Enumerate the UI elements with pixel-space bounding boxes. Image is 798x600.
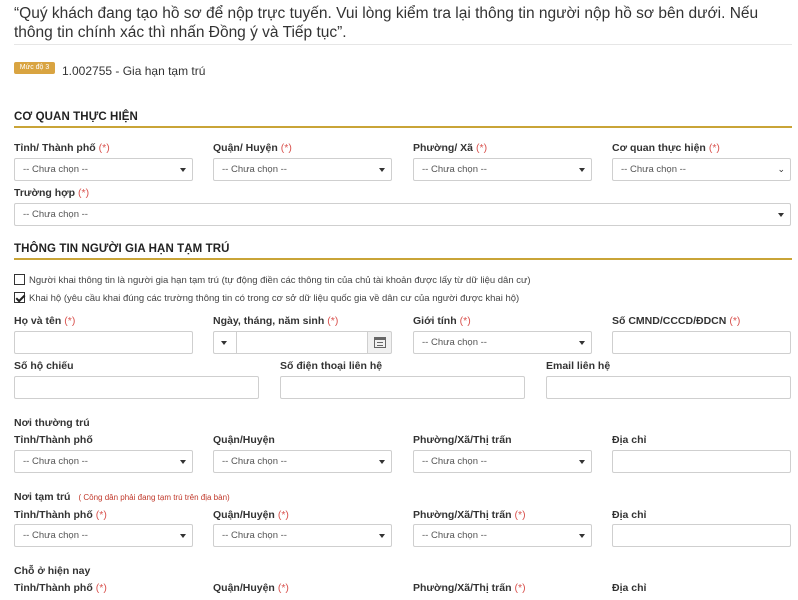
case-select[interactable]: -- Chưa chọn -- xyxy=(14,203,791,226)
permanent-address-input[interactable] xyxy=(612,450,791,473)
id-number-input[interactable] xyxy=(612,331,791,354)
permanent-ward-select[interactable]: -- Chưa chọn -- xyxy=(413,450,592,473)
chevron-down-icon: ⌄ xyxy=(777,164,785,174)
section-title-person: THÔNG TIN NGƯỜI GIA HẠN TẠM TRÚ xyxy=(14,243,230,255)
caret-down-icon xyxy=(379,534,385,538)
current-address-label: Địa chỉ xyxy=(612,582,647,594)
passport-label: Số hộ chiếu xyxy=(14,360,74,372)
fullname-label: Họ và tên (*) xyxy=(14,315,76,327)
permanent-province-select[interactable]: -- Chưa chọn -- xyxy=(14,450,193,473)
caret-down-icon xyxy=(221,341,227,345)
current-district-label: Quận/Huyện (*) xyxy=(213,582,289,594)
permanent-district-select[interactable]: -- Chưa chọn -- xyxy=(213,450,392,473)
temporary-district-label: Quận/Huyện (*) xyxy=(213,509,289,521)
phone-label: Số điện thoại liên hệ xyxy=(280,360,383,372)
permanent-ward-label: Phường/Xã/Thị trấn xyxy=(413,434,512,446)
fullname-input[interactable] xyxy=(14,331,193,354)
proxy-declare-checkbox-row[interactable]: Khai hộ (yêu cầu khai đúng các trường th… xyxy=(14,292,519,304)
temporary-ward-select[interactable]: -- Chưa chọn -- xyxy=(413,524,592,547)
caret-down-icon xyxy=(579,460,585,464)
caret-down-icon xyxy=(778,213,784,217)
divider xyxy=(14,44,792,45)
ward-select[interactable]: -- Chưa chọn -- xyxy=(413,158,592,181)
id-number-label: Số CMND/CCCD/ĐDCN (*) xyxy=(612,315,741,327)
phone-input[interactable] xyxy=(280,376,525,399)
dob-label: Ngày, tháng, năm sinh (*) xyxy=(213,315,339,327)
temporary-ward-label: Phường/Xã/Thị trấn (*) xyxy=(413,509,526,521)
temporary-note: ( Công dân phải đang tạm trú trên địa bà… xyxy=(78,493,230,502)
caret-down-icon xyxy=(180,534,186,538)
notice-text: “Quý khách đang tạo hồ sơ để nộp trực tu… xyxy=(14,5,759,41)
caret-down-icon xyxy=(579,534,585,538)
current-province-label: Tỉnh/Thành phố (*) xyxy=(14,582,107,594)
proxy-declare-checkbox[interactable] xyxy=(14,292,25,303)
section-divider xyxy=(14,126,792,128)
current-ward-label: Phường/Xã/Thị trấn (*) xyxy=(413,582,526,594)
gender-select[interactable]: -- Chưa chọn -- xyxy=(413,331,592,354)
dob-dropdown-button[interactable] xyxy=(213,331,236,354)
temporary-district-select[interactable]: -- Chưa chọn -- xyxy=(213,524,392,547)
temporary-address-label: Địa chỉ xyxy=(612,509,647,521)
office-label: Cơ quan thực hiện (*) xyxy=(612,142,720,154)
dob-calendar-button[interactable] xyxy=(367,331,392,354)
gender-label: Giới tính (*) xyxy=(413,315,471,327)
temporary-address-input[interactable] xyxy=(612,524,791,547)
self-declare-checkbox[interactable] xyxy=(14,274,25,285)
caret-down-icon xyxy=(379,460,385,464)
temporary-province-select[interactable]: -- Chưa chọn -- xyxy=(14,524,193,547)
district-select[interactable]: -- Chưa chọn -- xyxy=(213,158,392,181)
office-select[interactable]: -- Chưa chọn -- ⌄ xyxy=(612,158,791,181)
passport-input[interactable] xyxy=(14,376,259,399)
level-badge: Mức độ 3 xyxy=(14,62,55,74)
current-title: Chỗ ở hiện nay xyxy=(14,565,91,577)
section-divider xyxy=(14,258,792,260)
temporary-title: Nơi tạm trú( Công dân phải đang tạm trú … xyxy=(14,491,230,503)
province-label: Tỉnh/ Thành phố (*) xyxy=(14,142,110,154)
permanent-address-label: Địa chỉ xyxy=(612,434,647,446)
permanent-province-label: Tỉnh/Thành phố xyxy=(14,434,93,446)
caret-down-icon xyxy=(180,168,186,172)
calendar-icon xyxy=(374,337,386,348)
permanent-title: Nơi thường trú xyxy=(14,417,90,429)
caret-down-icon xyxy=(579,168,585,172)
caret-down-icon xyxy=(579,341,585,345)
permanent-district-label: Quận/Huyện xyxy=(213,434,275,446)
dob-input[interactable] xyxy=(236,331,368,354)
email-label: Email liên hệ xyxy=(546,360,611,372)
caret-down-icon xyxy=(379,168,385,172)
district-label: Quận/ Huyện (*) xyxy=(213,142,292,154)
section-title-agency: CƠ QUAN THỰC HIỆN xyxy=(14,111,138,123)
province-select[interactable]: -- Chưa chọn -- xyxy=(14,158,193,181)
email-input[interactable] xyxy=(546,376,791,399)
temporary-province-label: Tỉnh/Thành phố (*) xyxy=(14,509,107,521)
caret-down-icon xyxy=(180,460,186,464)
case-label: Trường hợp (*) xyxy=(14,187,90,199)
self-declare-checkbox-row[interactable]: Người khai thông tin là người gia hạn tạ… xyxy=(14,274,531,286)
ward-label: Phường/ Xã (*) xyxy=(413,142,488,154)
procedure-name: 1.002755 - Gia hạn tạm trú xyxy=(62,64,206,78)
